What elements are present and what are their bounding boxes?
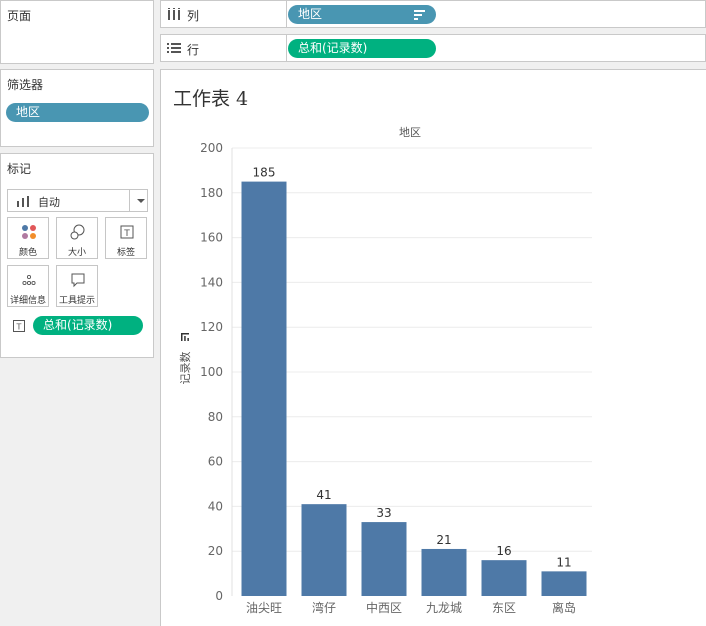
- x-tick-label: 九龙城: [426, 601, 462, 615]
- size-button-label: 大小: [67, 248, 86, 258]
- bars: [241, 181, 587, 596]
- x-tick-label: 湾仔: [312, 600, 336, 615]
- svg-text:T: T: [123, 229, 130, 239]
- columns-pill-region[interactable]: 地区: [288, 5, 436, 24]
- shelf-separator: [286, 35, 287, 61]
- chevron-down-icon[interactable]: [137, 199, 145, 203]
- shelf-separator: [286, 1, 287, 27]
- bar: [481, 560, 527, 596]
- text-label-icon: T: [13, 320, 25, 332]
- columns-icon: [168, 8, 180, 20]
- data-label: 21: [436, 533, 451, 547]
- marks-panel-title: 标记: [7, 162, 32, 176]
- data-label: 41: [316, 488, 331, 502]
- rows-shelf-label: 行: [187, 43, 200, 57]
- columns-pill-label: 地区: [298, 7, 323, 21]
- detail-button-label: 详细信息: [9, 296, 46, 306]
- mark-type-dropdown[interactable]: 自动: [7, 189, 148, 212]
- y-axis-label: 记录数: [179, 352, 192, 385]
- size-icon: [70, 224, 85, 240]
- bar: [361, 522, 407, 596]
- detail-button[interactable]: 详细信息: [7, 265, 49, 307]
- y-tick-label: 0: [215, 589, 223, 603]
- bar-chart-icon: [17, 196, 29, 207]
- data-label: 33: [376, 506, 391, 520]
- label-button[interactable]: T 标签: [105, 217, 147, 259]
- color-button-label: 颜色: [18, 248, 37, 258]
- color-button[interactable]: 颜色: [7, 217, 49, 259]
- pages-panel-title: 页面: [7, 9, 32, 23]
- tooltip-button-label: 工具提示: [58, 296, 95, 306]
- y-tick-label: 160: [200, 231, 223, 245]
- data-labels: 185 41 33 21 16 11: [253, 166, 572, 570]
- y-tick-label: 140: [200, 275, 223, 289]
- detail-icon: [22, 274, 36, 286]
- y-tick-label: 200: [200, 141, 223, 155]
- y-tick-label: 100: [200, 365, 223, 379]
- tooltip-button[interactable]: 工具提示: [56, 265, 98, 307]
- filter-pill-region[interactable]: 地区: [6, 103, 149, 122]
- y-axis-title: 记录数: [179, 333, 192, 385]
- columns-shelf: 列 地区: [160, 0, 706, 28]
- bar: [241, 181, 287, 596]
- color-icon: [22, 225, 36, 239]
- mark-type-label: 自动: [38, 196, 60, 209]
- y-axis: 0 20 40 60 80 100 120 140 160 180 200: [200, 141, 233, 603]
- rows-shelf: 行 总和(记录数): [160, 34, 706, 62]
- bar-chart: 020406080100120140160180200 185413321161…: [179, 126, 592, 615]
- label-icon: T: [120, 225, 134, 239]
- marks-pill-record-count[interactable]: 总和(记录数): [33, 316, 143, 335]
- x-tick-label: 中西区: [366, 600, 402, 615]
- rows-pill-record-count[interactable]: 总和(记录数): [288, 39, 436, 58]
- columns-shelf-label: 列: [187, 9, 200, 23]
- dropdown-separator: [129, 190, 130, 211]
- size-button[interactable]: 大小: [56, 217, 98, 259]
- filters-panel-title: 筛选器: [7, 78, 44, 92]
- x-tick-label: 东区: [492, 601, 516, 615]
- bar: [301, 504, 347, 596]
- data-label: 11: [556, 555, 571, 569]
- y-tick-label: 20: [208, 544, 223, 558]
- x-tick-label: 离岛: [552, 600, 576, 615]
- tooltip-icon: [71, 273, 85, 288]
- label-button-label: 标签: [116, 248, 135, 258]
- worksheet: 工作表 4 0 20 40 60 80 100 120 140 160 180 200 185 41 3…: [160, 69, 706, 626]
- y-tick-label: 180: [200, 186, 223, 200]
- sort-descending-icon[interactable]: [414, 9, 426, 20]
- y-tick-label: 40: [208, 499, 223, 513]
- bar: [421, 548, 467, 596]
- rows-icon: [167, 43, 181, 53]
- data-label: 16: [496, 544, 511, 558]
- y-tick-label: 80: [208, 410, 223, 424]
- marks-panel: 标记 自动 颜色 大小 T 标签 详细信息 工具提示 T 总和(记录数): [0, 153, 154, 358]
- y-tick-label: 60: [208, 455, 223, 469]
- data-label: 185: [253, 166, 276, 180]
- y-tick-label: 120: [200, 320, 223, 334]
- y-axis-bar-icon: [181, 333, 189, 341]
- pages-panel: 页面: [0, 0, 154, 64]
- chart-header-title: 地区: [399, 126, 421, 139]
- bar: [541, 571, 587, 596]
- x-axis: 油尖旺 湾仔 中西区 九龙城 东区 离岛: [246, 600, 576, 615]
- svg-text:T: T: [16, 323, 22, 332]
- x-tick-label: 油尖旺: [246, 601, 282, 615]
- filters-panel: 筛选器 地区: [0, 69, 154, 147]
